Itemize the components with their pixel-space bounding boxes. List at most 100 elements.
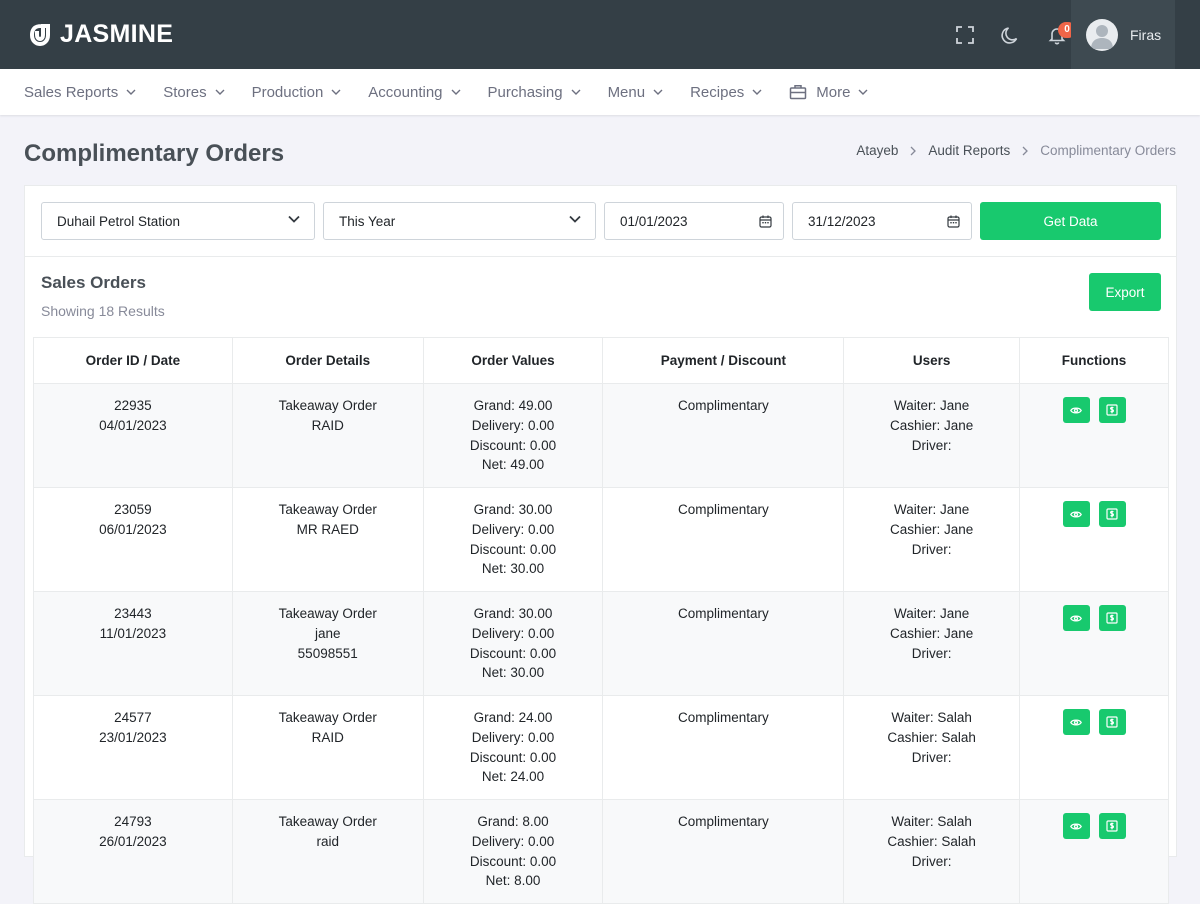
- customer-name: MR RAED: [296, 521, 359, 537]
- waiter: Waiter: Jane: [894, 502, 970, 517]
- cashier: Cashier: Salah: [887, 729, 976, 745]
- view-order-button[interactable]: [1062, 397, 1090, 423]
- table-row: 22935 04/01/2023 Takeaway Order RAID Grand…: [33, 383, 1169, 488]
- delivery-value: Delivery: 0.00: [471, 833, 555, 849]
- theme-toggle-button[interactable]: [988, 12, 1034, 58]
- driver: Driver:: [911, 541, 952, 557]
- nav-menu[interactable]: Menu: [608, 84, 664, 101]
- view-order-button[interactable]: [1062, 501, 1090, 527]
- payment-details-button[interactable]: [1098, 709, 1126, 735]
- payment-cell: Complimentary: [602, 591, 845, 696]
- table-row: 24793 26/01/2023 Takeaway Order raid Grand…: [33, 799, 1169, 904]
- top-header: JASMINE 0 Firas: [0, 0, 1200, 69]
- table-header-row: Order ID / Date Order Details Order Valu…: [33, 337, 1169, 384]
- discount-value: Discount: 0.00: [469, 541, 557, 557]
- nav-label: Purchasing: [487, 83, 563, 101]
- chevron-down-icon: [215, 89, 225, 95]
- results-card: Sales Orders Showing 18 Results Export O…: [24, 257, 1177, 904]
- breadcrumb-item[interactable]: Atayeb: [856, 143, 898, 158]
- export-button[interactable]: Export: [1089, 273, 1161, 311]
- get-data-button[interactable]: Get Data: [980, 202, 1161, 240]
- payment-details-button[interactable]: [1098, 605, 1126, 631]
- order-date: 23/01/2023: [99, 729, 167, 745]
- functions-cell: [1019, 591, 1169, 696]
- calendar-icon: [759, 215, 772, 228]
- breadcrumb-item[interactable]: Audit Reports: [928, 143, 1010, 158]
- column-header: Order Values: [422, 337, 604, 384]
- table-row: 23443 11/01/2023 Takeaway Order jane 550985…: [33, 591, 1169, 696]
- payment-details-button[interactable]: [1098, 501, 1126, 527]
- dollar-bill-icon: [1106, 612, 1118, 624]
- order-values-cell: Grand: 30.00 Delivery: 0.00 Discount: 0.00…: [422, 591, 604, 696]
- payment-cell: Complimentary: [602, 695, 845, 800]
- nav-label: Production: [251, 83, 324, 101]
- order-details-cell: Takeaway Order jane 55098551: [231, 591, 424, 696]
- view-order-button[interactable]: [1062, 813, 1090, 839]
- payment-details-button[interactable]: [1098, 813, 1126, 839]
- nav-production[interactable]: Production: [252, 84, 342, 101]
- header-actions: 0: [942, 0, 1080, 69]
- period-select[interactable]: This Year: [323, 202, 596, 240]
- cashier: Cashier: Jane: [890, 521, 974, 537]
- cashier: Cashier: Jane: [890, 625, 974, 641]
- dollar-bill-icon: [1106, 508, 1118, 520]
- order-id-cell: 24793 26/01/2023: [33, 799, 233, 904]
- results-count: Showing 18 Results: [41, 303, 165, 319]
- waiter: Waiter: Jane: [894, 606, 970, 621]
- grand-value: Grand: 24.00: [473, 710, 553, 725]
- customer-name: RAID: [311, 417, 344, 433]
- net-value: Net: 24.00: [481, 769, 545, 785]
- table-row: 23059 06/01/2023 Takeaway Order MR RAED Gr…: [33, 487, 1169, 592]
- view-order-button[interactable]: [1062, 709, 1090, 735]
- fullscreen-button[interactable]: [942, 12, 988, 58]
- payment-details-button[interactable]: [1098, 397, 1126, 423]
- users-cell: Waiter: Jane Cashier: Jane Driver:: [843, 487, 1021, 592]
- eye-icon: [1070, 718, 1082, 726]
- customer-name: jane: [314, 625, 341, 641]
- dollar-bill-icon: [1106, 716, 1118, 728]
- view-order-button[interactable]: [1062, 605, 1090, 631]
- fullscreen-icon: [956, 25, 974, 44]
- nav-purchasing[interactable]: Purchasing: [488, 84, 581, 101]
- functions-cell: [1019, 799, 1169, 904]
- column-header: Functions: [1019, 337, 1169, 384]
- nav-label: Sales Reports: [24, 83, 119, 101]
- waiter: Waiter: Jane: [894, 398, 970, 413]
- nav-recipes[interactable]: Recipes: [690, 84, 762, 101]
- column-header: Order Details: [231, 337, 424, 384]
- order-details-cell: Takeaway Order RAID: [231, 695, 424, 800]
- date-from-input[interactable]: 01/01/2023: [604, 202, 784, 240]
- delivery-value: Delivery: 0.00: [471, 625, 555, 641]
- date-to-input[interactable]: 31/12/2023: [792, 202, 972, 240]
- briefcase-icon: [790, 85, 807, 100]
- discount-value: Discount: 0.00: [469, 853, 557, 869]
- chevron-down-icon: [858, 89, 868, 95]
- payment-cell: Complimentary: [602, 799, 845, 904]
- chevron-down-icon: [752, 89, 762, 95]
- eye-icon: [1070, 510, 1082, 518]
- payment-cell: Complimentary: [602, 383, 845, 488]
- user-name: Firas: [1130, 26, 1162, 43]
- nav-stores[interactable]: Stores: [163, 84, 225, 101]
- order-details-cell: Takeaway Order raid: [231, 799, 424, 904]
- discount-value: Discount: 0.00: [469, 749, 557, 765]
- nav-label: Accounting: [368, 83, 443, 101]
- cashier: Cashier: Salah: [887, 833, 976, 849]
- brand-logo[interactable]: JASMINE: [30, 20, 173, 49]
- delivery-value: Delivery: 0.00: [471, 417, 555, 433]
- order-type: Takeaway Order: [278, 502, 377, 517]
- page-title-bar: Complimentary Orders Atayeb Audit Report…: [0, 115, 1200, 187]
- nav-sales-reports[interactable]: Sales Reports: [24, 84, 136, 101]
- nav-accounting[interactable]: Accounting: [368, 83, 461, 101]
- user-menu[interactable]: Firas: [1071, 0, 1175, 69]
- net-value: Net: 30.00: [481, 665, 545, 681]
- nav-more[interactable]: More: [789, 84, 868, 101]
- order-id: 23059: [114, 502, 152, 517]
- order-type: Takeaway Order: [278, 398, 377, 413]
- period-select-value: This Year: [339, 213, 396, 229]
- order-date: 11/01/2023: [99, 625, 167, 641]
- order-id-cell: 24577 23/01/2023: [33, 695, 233, 800]
- store-select[interactable]: Duhail Petrol Station: [41, 202, 315, 240]
- chevron-down-icon: [331, 89, 341, 95]
- customer-phone: 55098551: [297, 645, 358, 661]
